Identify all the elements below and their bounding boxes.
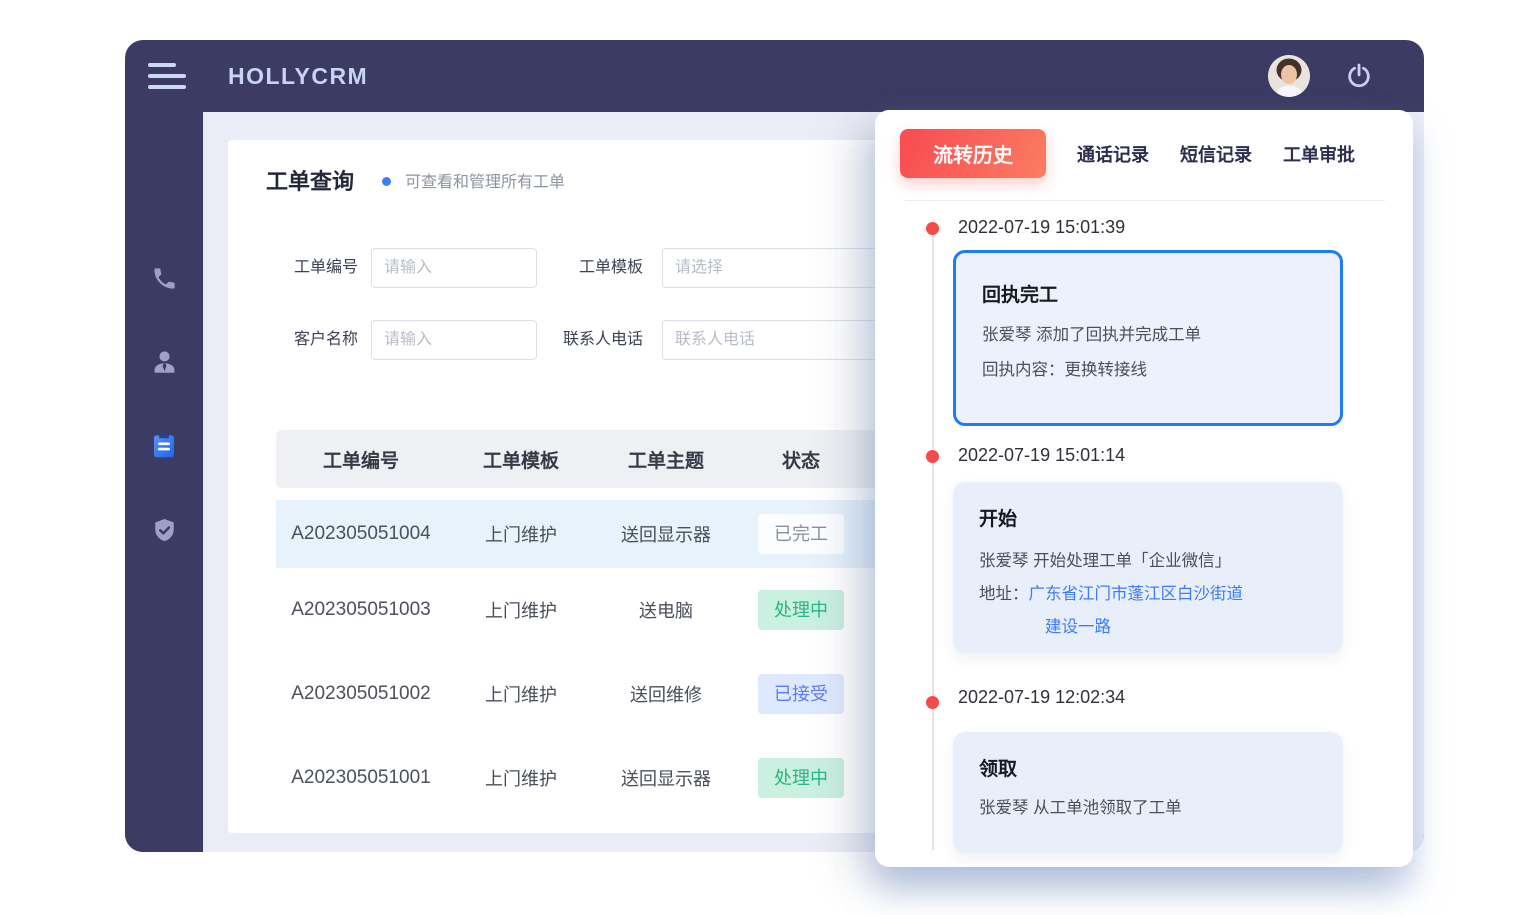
security-shield-icon[interactable] <box>149 515 179 545</box>
col-header-order-id: 工单编号 <box>276 446 446 473</box>
timeline-card-title: 领取 <box>979 754 1317 781</box>
timeline-dot-icon <box>926 696 939 709</box>
menu-icon[interactable] <box>148 63 186 89</box>
customer-name-input[interactable] <box>371 320 537 360</box>
top-bar: HOLLYCRM <box>125 40 1424 112</box>
timeline-card-claim[interactable]: 领取 张爱琴 从工单池领取了工单 <box>953 732 1343 853</box>
timeline-address-row: 建设一路 <box>979 611 1317 644</box>
address-link[interactable]: 建设一路 <box>1045 618 1111 636</box>
cell-order-id: A202305051002 <box>276 683 446 705</box>
card-title-row: 工单查询 可查看和管理所有工单 <box>266 164 565 196</box>
timeline-card-title: 回执完工 <box>982 280 1314 307</box>
cell-template: 上门维护 <box>446 597 596 623</box>
page-subtitle: 可查看和管理所有工单 <box>405 168 565 192</box>
cell-template: 上门维护 <box>446 765 596 791</box>
status-badge: 已完工 <box>758 514 844 554</box>
timeline-dot-icon <box>926 450 939 463</box>
address-label: 地址： <box>979 578 1029 611</box>
timeline-date: 2022-07-19 15:01:14 <box>958 445 1125 466</box>
contacts-icon[interactable] <box>149 347 179 377</box>
avatar-image <box>1268 55 1310 97</box>
power-icon[interactable] <box>1344 61 1374 91</box>
timeline-card-line: 回执内容：更换转接线 <box>982 353 1314 388</box>
cell-order-id: A202305051004 <box>276 523 446 545</box>
cell-subject: 送电脑 <box>596 597 736 623</box>
filter-label-template: 工单模板 <box>543 248 643 288</box>
filter-label-customer: 客户名称 <box>258 320 358 360</box>
cell-order-id: A202305051003 <box>276 599 446 621</box>
timeline-connector-line <box>932 234 934 850</box>
user-avatar[interactable] <box>1268 55 1310 97</box>
sidebar-nav <box>125 112 203 852</box>
filter-label-contact-phone: 联系人电话 <box>543 320 643 360</box>
address-link[interactable]: 广东省江门市蓬江区白沙街道 <box>1029 578 1244 611</box>
timeline-dot-icon <box>926 222 939 235</box>
status-badge: 已接受 <box>758 674 844 714</box>
template-select[interactable] <box>662 248 886 288</box>
cell-template: 上门维护 <box>446 521 596 547</box>
timeline-card-start[interactable]: 开始 张爱琴 开始处理工单「企业微信」 地址： 广东省江门市蓬江区白沙街道 建设… <box>953 482 1343 653</box>
filter-label-order-id: 工单编号 <box>258 248 358 288</box>
status-badge: 处理中 <box>758 758 844 798</box>
screenshot-stage: HOLLYCRM <box>0 0 1517 915</box>
cell-subject: 送回显示器 <box>596 521 736 547</box>
timeline-date: 2022-07-19 12:02:34 <box>958 687 1125 708</box>
timeline-card-line: 张爱琴 从工单池领取了工单 <box>979 792 1317 825</box>
contact-phone-input[interactable] <box>662 320 886 360</box>
col-header-status: 状态 <box>736 446 866 473</box>
timeline-date: 2022-07-19 15:01:39 <box>958 217 1125 238</box>
timeline-card-title: 开始 <box>979 504 1317 531</box>
history-panel: 流转历史 通话记录 短信记录 工单审批 2022-07-19 15:01:39 … <box>875 110 1413 867</box>
col-header-template: 工单模板 <box>446 446 596 473</box>
status-badge: 处理中 <box>758 590 844 630</box>
order-id-input[interactable] <box>371 248 537 288</box>
work-orders-icon[interactable] <box>149 431 179 461</box>
cell-template: 上门维护 <box>446 681 596 707</box>
phone-icon[interactable] <box>149 263 179 293</box>
cell-subject: 送回显示器 <box>596 765 736 791</box>
page-title: 工单查询 <box>266 164 354 196</box>
app-logo: HOLLYCRM <box>228 63 368 90</box>
timeline-address-row: 地址： 广东省江门市蓬江区白沙街道 <box>979 578 1317 611</box>
timeline-card-line: 张爱琴 添加了回执并完成工单 <box>982 318 1314 353</box>
cell-subject: 送回维修 <box>596 681 736 707</box>
bullet-icon <box>382 177 391 186</box>
cell-order-id: A202305051001 <box>276 767 446 789</box>
col-header-subject: 工单主题 <box>596 446 736 473</box>
timeline: 2022-07-19 15:01:39 回执完工 张爱琴 添加了回执并完成工单 … <box>875 110 1413 867</box>
timeline-card-receipt-complete[interactable]: 回执完工 张爱琴 添加了回执并完成工单 回执内容：更换转接线 <box>953 250 1343 426</box>
timeline-card-line: 张爱琴 开始处理工单「企业微信」 <box>979 545 1317 578</box>
